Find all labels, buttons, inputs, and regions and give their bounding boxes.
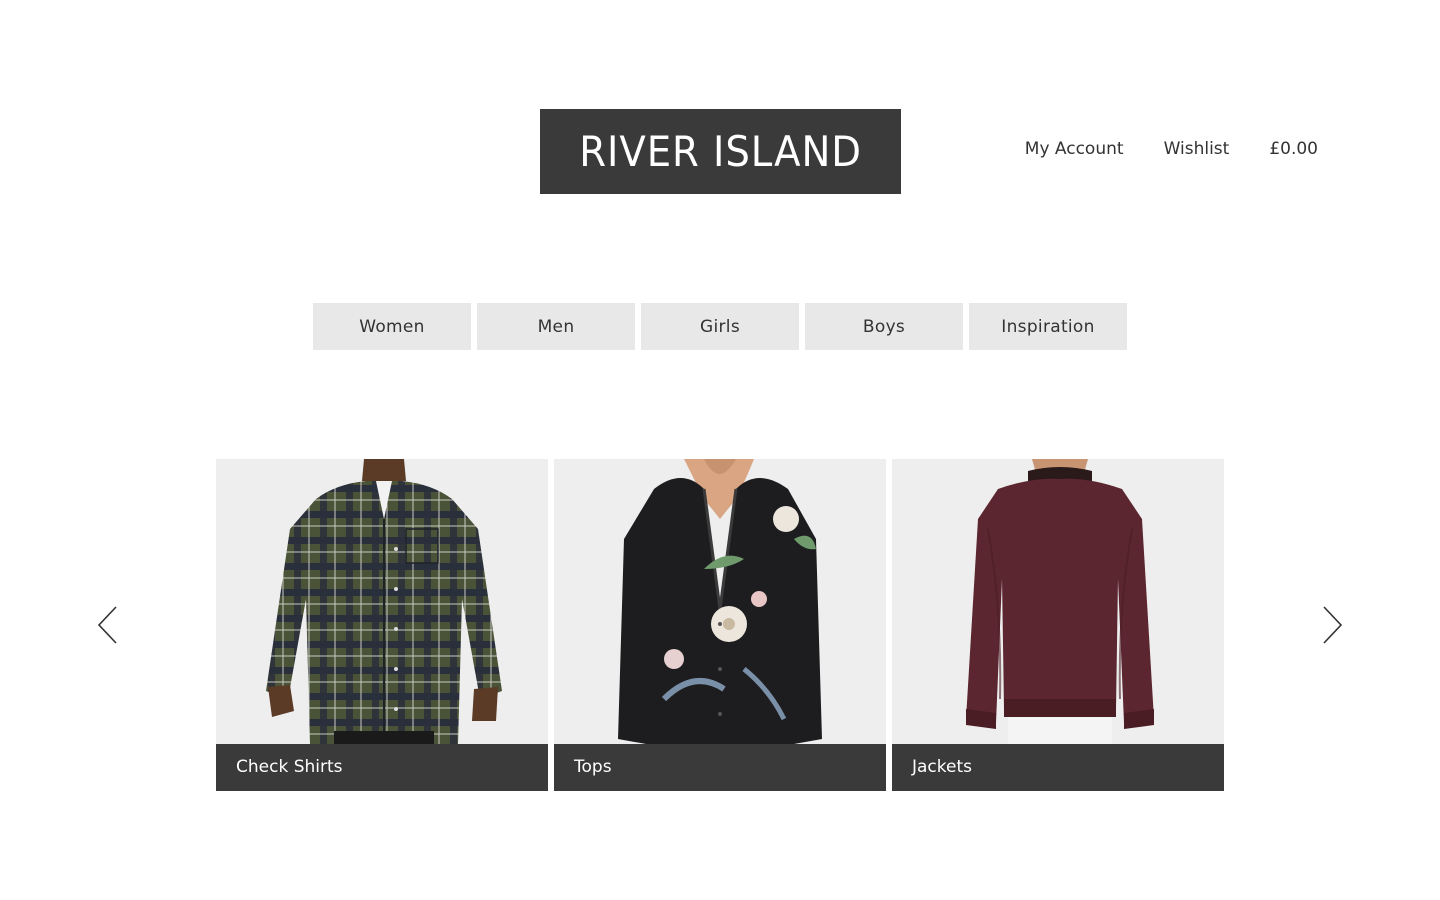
check-shirt-image [216,459,548,744]
wishlist-link[interactable]: Wishlist [1164,139,1230,159]
card-label: Jackets [892,744,1224,791]
logo[interactable]: RIVER ISLAND [540,109,901,194]
category-card-jackets[interactable]: Jackets [892,459,1224,791]
logo-text: RIVER ISLAND [579,127,862,176]
account-nav: My Account Wishlist £0.00 [1025,139,1318,159]
chevron-left-icon [97,606,117,644]
card-label: Tops [554,744,886,791]
category-card-check-shirts[interactable]: Check Shirts [216,459,548,791]
category-card-tops[interactable]: Tops [554,459,886,791]
bomber-jacket-image [892,459,1224,744]
card-label: Check Shirts [216,744,548,791]
category-women[interactable]: Women [313,303,471,350]
my-account-link[interactable]: My Account [1025,139,1124,159]
category-girls[interactable]: Girls [641,303,799,350]
chevron-right-icon [1323,606,1343,644]
category-men[interactable]: Men [477,303,635,350]
carousel-cards: Check Shirts Tops Jackets [216,459,1224,791]
floral-top-image [554,459,886,744]
carousel-prev-button[interactable] [93,600,123,650]
basket-total-link[interactable]: £0.00 [1269,139,1318,159]
category-boys[interactable]: Boys [805,303,963,350]
category-inspiration[interactable]: Inspiration [969,303,1127,350]
carousel-next-button[interactable] [1317,600,1347,650]
category-nav: Women Men Girls Boys Inspiration [313,303,1127,350]
